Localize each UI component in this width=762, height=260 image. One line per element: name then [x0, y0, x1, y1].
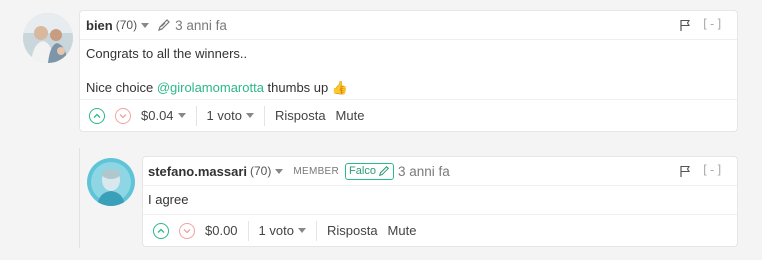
downvote-icon[interactable] — [179, 222, 195, 239]
thumbs-up-emoji: 👍 — [331, 80, 349, 95]
pencil-icon — [378, 165, 389, 177]
comment-text-line: Nice choice @girolamomarotta thumbs up 👍 — [86, 80, 737, 96]
payout-amount[interactable]: $0.00 — [205, 223, 238, 238]
mute-button[interactable]: Mute — [336, 108, 365, 123]
payout-amount[interactable]: $0.04 — [141, 108, 174, 123]
timestamp[interactable]: 3 anni fa — [398, 164, 450, 179]
chevron-down-icon[interactable] — [275, 168, 284, 174]
badge-falco: Falco — [345, 162, 394, 180]
mute-button[interactable]: Mute — [388, 223, 417, 238]
author-name[interactable]: stefano.massari — [148, 164, 247, 179]
comment-text: thumbs up — [263, 80, 329, 95]
author-name[interactable]: bien — [86, 18, 113, 33]
author-reputation: (70) — [250, 164, 272, 178]
comment-text: Nice choice — [86, 80, 157, 95]
reply-button[interactable]: Risposta — [275, 108, 326, 123]
user-mention-link[interactable]: @girolamomarotta — [157, 80, 264, 95]
divider — [247, 220, 249, 241]
comment-body: I agree — [143, 186, 737, 208]
comment-actions: $0.00 1 voto Risposta Mute — [143, 214, 737, 246]
chevron-down-icon[interactable] — [297, 228, 306, 233]
comment-body: Congrats to all the winners.. Nice choic… — [80, 40, 737, 96]
comment-header: bien (70) 3 anni fa [-] — [80, 11, 737, 40]
member-role-label: MEMBER — [293, 165, 340, 177]
chevron-down-icon[interactable] — [141, 22, 150, 28]
timestamp[interactable]: 3 anni fa — [175, 18, 227, 33]
comment-text: I agree — [148, 192, 189, 207]
comment-card: bien (70) 3 anni fa [-] Congrats to all … — [79, 10, 738, 132]
pencil-icon — [157, 18, 171, 32]
chevron-down-icon[interactable] — [245, 113, 254, 118]
upvote-icon[interactable] — [153, 222, 169, 239]
badge-label: Falco — [349, 165, 376, 177]
author-reputation: (70) — [115, 18, 138, 32]
flag-icon[interactable] — [679, 19, 691, 35]
comment-header: stefano.massari (70) MEMBER Falco 3 anni… — [143, 157, 737, 186]
collapse-toggle[interactable]: [-] — [701, 163, 723, 177]
upvote-icon[interactable] — [89, 107, 105, 124]
chevron-down-icon[interactable] — [177, 113, 186, 118]
avatar[interactable] — [87, 158, 135, 206]
downvote-icon[interactable] — [115, 107, 131, 124]
comment-actions: $0.04 1 voto Risposta Mute — [80, 99, 737, 131]
divider — [195, 105, 197, 126]
vote-count[interactable]: 1 voto — [207, 108, 242, 123]
divider — [263, 105, 265, 126]
vote-count[interactable]: 1 voto — [259, 223, 294, 238]
reply-button[interactable]: Risposta — [327, 223, 378, 238]
thread-line — [79, 148, 80, 248]
avatar[interactable] — [23, 13, 73, 63]
flag-icon[interactable] — [679, 165, 691, 181]
divider — [315, 220, 317, 241]
comment-card: stefano.massari (70) MEMBER Falco 3 anni… — [142, 156, 738, 247]
collapse-toggle[interactable]: [-] — [701, 17, 723, 31]
comment-text-line: Congrats to all the winners.. — [86, 46, 248, 61]
